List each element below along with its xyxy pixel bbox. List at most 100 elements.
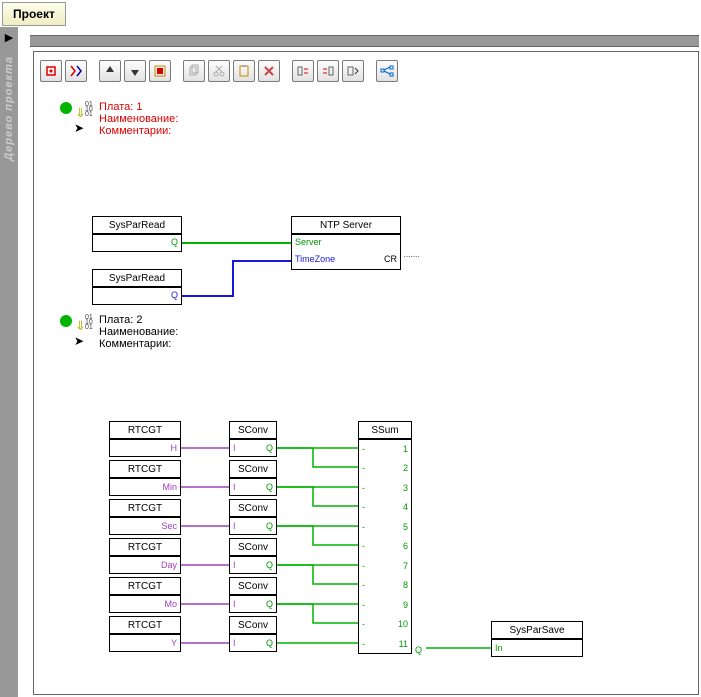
block-rtcgt-5-body[interactable]: Mo [109,595,181,613]
wire-stub: ······· [403,251,419,262]
port-q-ssum: Q [415,645,422,655]
block-rtcgt-4[interactable]: RTCGT [109,538,181,556]
block-sconv-5[interactable]: SConv [229,577,277,595]
port-min: Min [162,482,177,492]
block-sysparsave-body[interactable]: In [491,639,583,657]
block-sconv-6-body[interactable]: IQ [229,634,277,652]
group1-name: Наименование: [99,113,178,125]
port-server: Server [295,237,322,247]
port-5: 5 [403,522,408,532]
port-dash: - [362,541,365,551]
block-ntp[interactable]: NTP Server [291,216,401,234]
port-4: 4 [403,502,408,512]
port-9: 9 [403,600,408,610]
port-6: 6 [403,541,408,551]
port-dash: - [362,580,365,590]
port-7: 7 [403,561,408,571]
tab-project[interactable]: Проект [2,2,66,26]
block-rtcgt-4-body[interactable]: Day [109,556,181,574]
block-sconv-1-body[interactable]: IQ [229,439,277,457]
block-rtcgt-2[interactable]: RTCGT [109,460,181,478]
block-rtcgt-1-body[interactable]: H [109,439,181,457]
port-day: Day [161,560,177,570]
status-dot-2 [60,315,72,327]
play-arrow-2: ➤ [74,334,84,348]
block-sconv-4[interactable]: SConv [229,538,277,556]
block-rtcgt-2-body[interactable]: Min [109,478,181,496]
port-dash: - [362,600,365,610]
block-sconv-6[interactable]: SConv [229,616,277,634]
port-10: 10 [398,619,408,629]
group1-comm: Комментарии: [99,125,171,137]
port-i: I [233,521,236,531]
port-dash: - [362,463,365,473]
port-i: I [233,599,236,609]
port-dash: - [362,619,365,629]
block-sconv-3-body[interactable]: IQ [229,517,277,535]
block-ntp-body[interactable]: Server TimeZone CR [291,234,401,270]
block-rtcgt-6[interactable]: RTCGT [109,616,181,634]
block-sconv-3[interactable]: SConv [229,499,277,517]
port-q: Q [171,237,178,247]
block-sconv-5-body[interactable]: IQ [229,595,277,613]
sidebar-label: Дерево проекта [3,56,15,161]
port-h: H [171,443,178,453]
block-rtcgt-6-body[interactable]: Y [109,634,181,652]
sidebar-collapse-arrow[interactable]: ▶ [5,31,13,44]
sidebar: ▶ Дерево проекта [0,27,18,697]
status-dot-1 [60,102,72,114]
port-y: Y [171,638,177,648]
port-cr: CR [384,254,397,264]
play-arrow-1: ➤ [74,121,84,135]
port-sec: Sec [161,521,177,531]
block-sysparread-1[interactable]: SysParRead [92,216,182,234]
port-dash: - [362,639,365,649]
block-sconv-2[interactable]: SConv [229,460,277,478]
port-11: 11 [399,639,408,649]
port-q: Q [171,290,178,300]
port-i: I [233,638,236,648]
port-2: 2 [403,463,408,473]
block-sconv-1[interactable]: SConv [229,421,277,439]
block-rtcgt-5[interactable]: RTCGT [109,577,181,595]
block-sconv-2-body[interactable]: IQ [229,478,277,496]
port-mo: Mo [164,599,177,609]
block-sconv-4-body[interactable]: IQ [229,556,277,574]
group2-comm: Комментарии: [99,338,171,350]
block-sysparread-2-body[interactable]: Q [92,287,182,305]
port-3: 3 [403,483,408,493]
port-dash: - [362,561,365,571]
bits-icon-2: 011001 [85,315,93,330]
group2-name: Наименование: [99,326,178,338]
port-q: Q [266,443,273,453]
port-q: Q [266,599,273,609]
port-q: Q [266,638,273,648]
port-8: 8 [403,580,408,590]
port-dash: - [362,483,365,493]
group1-title: Плата: 1 [99,101,142,113]
port-dash: - [362,522,365,532]
port-i: I [233,482,236,492]
port-tz: TimeZone [295,254,335,264]
ruler [30,35,699,47]
bits-icon-1: 011001 [85,102,93,117]
port-q: Q [266,482,273,492]
block-rtcgt-1[interactable]: RTCGT [109,421,181,439]
block-ssum-body[interactable]: - 1 - 2 - 3 - 4 - 5 - 6 - 7 - 8 - 9 - 10 - 11 [358,439,412,654]
main-area: ⇓ 011001 ➤ Плата: 1 Наименование: Коммен… [20,27,701,697]
block-sysparread-1-body[interactable]: Q [92,234,182,252]
port-q: Q [266,560,273,570]
port-dash: - [362,444,365,454]
port-1: 1 [403,444,408,454]
block-sysparread-2[interactable]: SysParRead [92,269,182,287]
port-in: In [495,643,503,653]
port-q: Q [266,521,273,531]
block-rtcgt-3-body[interactable]: Sec [109,517,181,535]
block-ssum[interactable]: SSum [358,421,412,439]
block-rtcgt-3[interactable]: RTCGT [109,499,181,517]
canvas[interactable]: ⇓ 011001 ➤ Плата: 1 Наименование: Коммен… [33,51,699,695]
block-sysparsave[interactable]: SysParSave [491,621,583,639]
group2-title: Плата: 2 [99,314,142,326]
port-i: I [233,560,236,570]
port-dash: - [362,502,365,512]
